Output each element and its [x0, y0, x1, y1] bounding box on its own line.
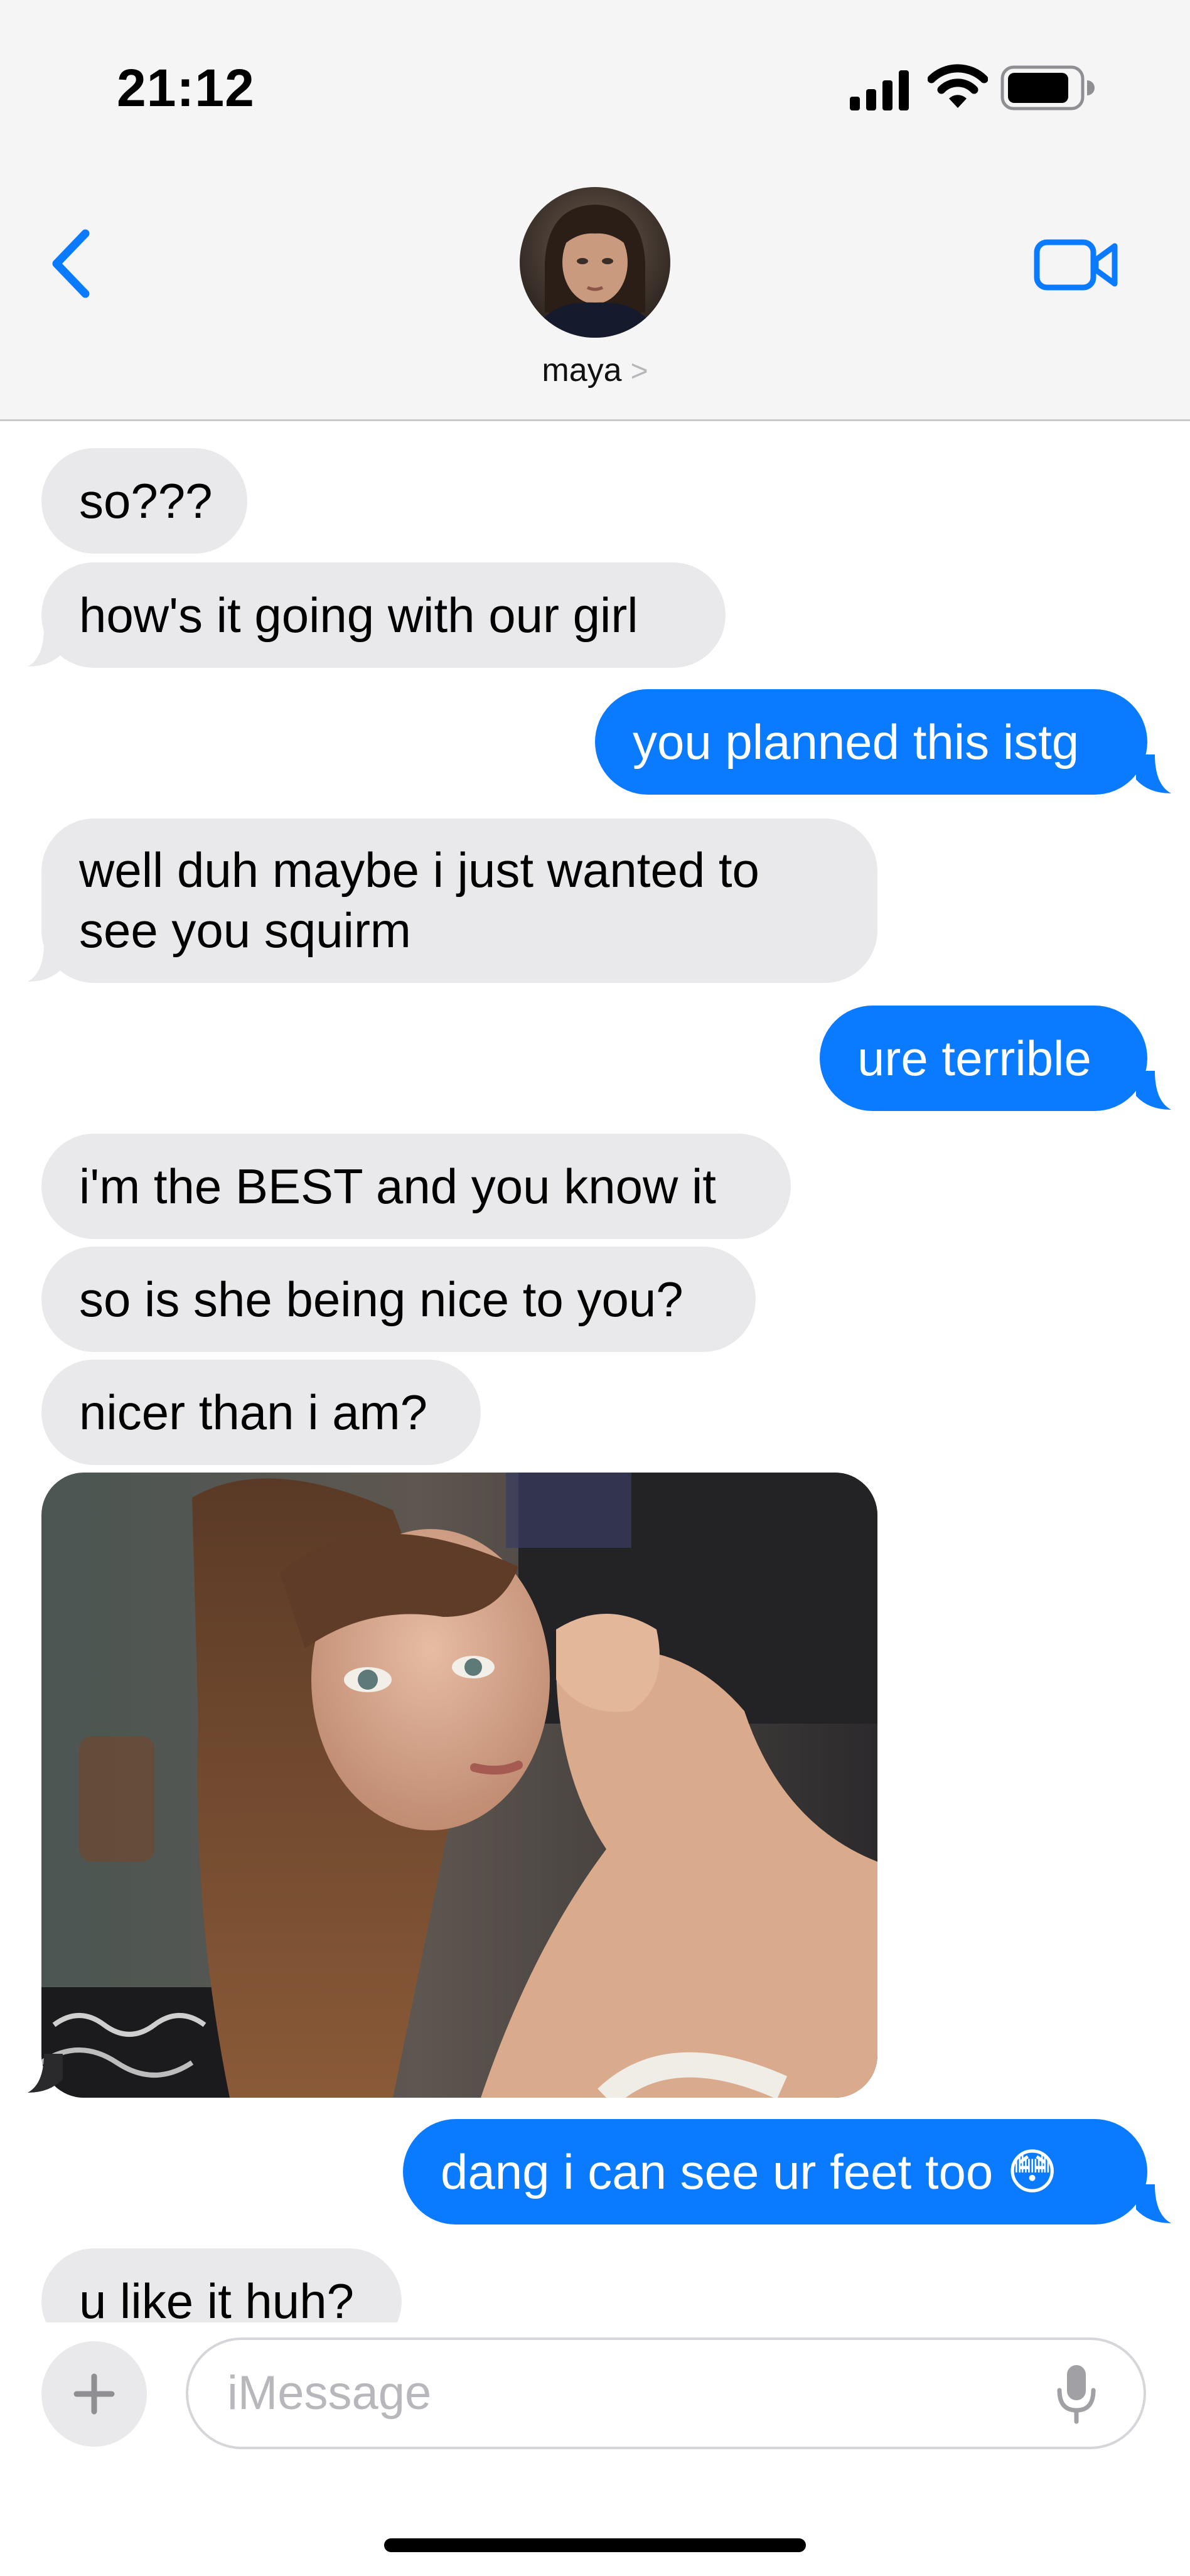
- battery-icon: [1000, 65, 1095, 110]
- chevron-right-icon: >: [630, 355, 648, 388]
- bubble-tail: [28, 943, 63, 982]
- bubble-tail: [1136, 754, 1171, 793]
- status-time: 21:12: [117, 58, 255, 117]
- cellular-signal-icon: [850, 70, 909, 110]
- home-indicator[interactable]: [384, 2538, 806, 2552]
- plus-icon: [73, 2373, 115, 2415]
- bubble-tail: [1136, 1071, 1171, 1110]
- contact-name: maya: [542, 352, 622, 389]
- microphone-icon[interactable]: [1054, 2363, 1098, 2425]
- conversation-header: 21:12 maya >: [0, 0, 1190, 421]
- message-bubble-received[interactable]: how's it going with our girl: [41, 562, 726, 668]
- back-chevron-icon[interactable]: [44, 226, 100, 301]
- bubble-tail: [28, 628, 63, 667]
- message-bubble-sent[interactable]: dang i can see ur feet too 😳: [403, 2119, 1147, 2224]
- message-bubble-sent[interactable]: you planned this istg: [595, 689, 1147, 795]
- bubble-tail: [28, 2054, 63, 2093]
- contact-name-button[interactable]: maya >: [0, 352, 1190, 389]
- bubble-tail: [1136, 2184, 1171, 2223]
- message-input[interactable]: iMessage: [186, 2337, 1146, 2449]
- message-bubble-sent[interactable]: ure terrible: [820, 1006, 1147, 1111]
- facetime-video-icon[interactable]: [1033, 233, 1121, 296]
- message-bubble-received[interactable]: i'm the BEST and you know it: [41, 1134, 791, 1239]
- contact-avatar[interactable]: [520, 187, 670, 338]
- message-photo[interactable]: [41, 1473, 877, 2098]
- apps-plus-button[interactable]: [41, 2341, 147, 2447]
- message-bubble-received[interactable]: so is she being nice to you?: [41, 1247, 756, 1352]
- message-bubble-received[interactable]: well duh maybe i just wanted to see you …: [41, 818, 877, 983]
- message-bubble-received[interactable]: nicer than i am?: [41, 1360, 481, 1465]
- wifi-icon: [928, 64, 988, 108]
- message-bubble-received[interactable]: so???: [41, 448, 247, 554]
